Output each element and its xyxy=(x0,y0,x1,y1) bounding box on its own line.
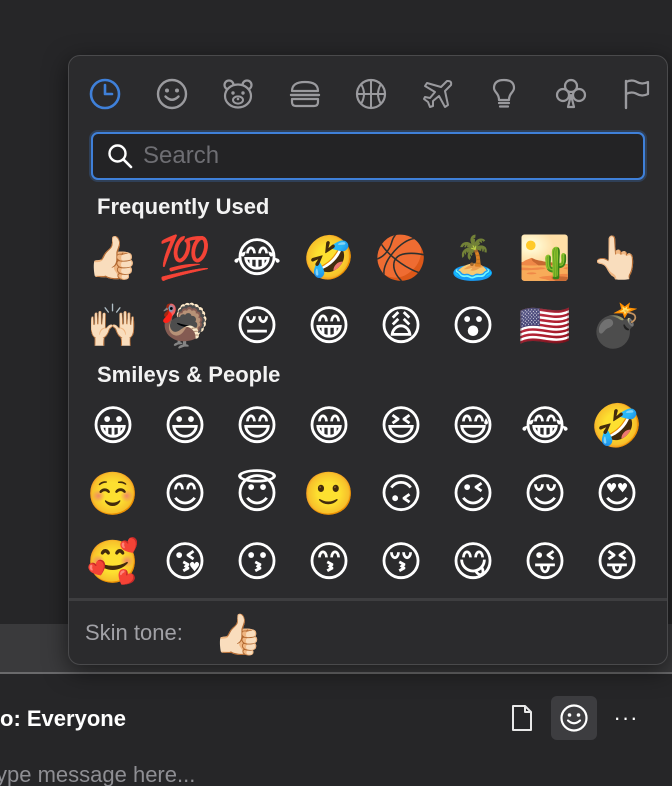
tab-objects[interactable] xyxy=(484,74,524,114)
clock-icon xyxy=(89,78,121,110)
emoji[interactable]: 💯 xyxy=(149,224,221,292)
emoji[interactable]: 😁 xyxy=(293,392,365,460)
emoji[interactable]: 🙃 xyxy=(365,460,437,528)
emoji-grid-smileys-people: 😀 😃 😄 😁 😆 😅 😂 🤣 ☺️ 😊 😇 🙂 🙃 😉 😌 😍 🥰 😘 😗 😙… xyxy=(77,392,653,596)
emoji[interactable]: 😄 xyxy=(221,392,293,460)
attach-file-button[interactable] xyxy=(506,700,538,736)
lightbulb-icon xyxy=(492,78,516,108)
emoji[interactable]: 🤣 xyxy=(581,392,653,460)
airplane-icon xyxy=(422,80,452,108)
emoji[interactable]: 😙 xyxy=(293,528,365,596)
file-icon xyxy=(512,705,532,731)
emoji[interactable]: 😂 xyxy=(509,392,581,460)
emoji[interactable]: 💣 xyxy=(581,292,653,360)
tab-travel-places[interactable] xyxy=(418,74,458,114)
message-input[interactable]: ype message here... xyxy=(0,762,195,786)
tab-food-drink[interactable] xyxy=(285,74,325,114)
tab-flags[interactable] xyxy=(617,74,657,114)
skin-tone-button[interactable]: 👍🏻 xyxy=(211,608,265,660)
emoji[interactable]: ☺️ xyxy=(77,460,149,528)
emoji[interactable]: 😩 xyxy=(365,292,437,360)
emoji[interactable]: 😝 xyxy=(581,528,653,596)
emoji[interactable]: 😚 xyxy=(365,528,437,596)
more-options-button[interactable]: ··· xyxy=(609,700,643,736)
emoji[interactable]: 🥰 xyxy=(77,528,149,596)
smiley-icon xyxy=(560,704,588,732)
emoji[interactable]: 😀 xyxy=(77,392,149,460)
emoji[interactable]: 😍 xyxy=(581,460,653,528)
club-icon xyxy=(555,78,586,109)
burger-icon xyxy=(289,80,320,108)
section-title-smileys-people: Smileys & People xyxy=(97,362,281,387)
skin-tone-label: Skin tone: xyxy=(85,620,183,645)
emoji[interactable]: 😆 xyxy=(365,392,437,460)
emoji[interactable]: 😮 xyxy=(437,292,509,360)
emoji-picker: Frequently Used 👍🏻 💯 😂 🤣 🏀 🏝️ 🏜️ 👆🏻 🙌🏻 🦃… xyxy=(68,55,668,665)
divider xyxy=(0,672,672,674)
emoji[interactable]: 😌 xyxy=(509,460,581,528)
emoji[interactable]: 😁 xyxy=(293,292,365,360)
emoji[interactable]: 😅 xyxy=(437,392,509,460)
emoji[interactable]: 🙌🏻 xyxy=(77,292,149,360)
emoji[interactable]: 👆🏻 xyxy=(581,224,653,292)
emoji[interactable]: 😘 xyxy=(149,528,221,596)
emoji[interactable]: 🏝️ xyxy=(437,224,509,292)
emoji[interactable]: 🤣 xyxy=(293,224,365,292)
emoji[interactable]: 😊 xyxy=(149,460,221,528)
emoji[interactable]: 😉 xyxy=(437,460,509,528)
emoji[interactable]: 🦃 xyxy=(149,292,221,360)
emoji[interactable]: 🏀 xyxy=(365,224,437,292)
emoji[interactable]: 😜 xyxy=(509,528,581,596)
emoji[interactable]: 👍🏻 xyxy=(77,224,149,292)
tab-animals-nature[interactable] xyxy=(218,74,258,114)
emoji[interactable]: 😗 xyxy=(221,528,293,596)
emoji[interactable]: 😔 xyxy=(221,292,293,360)
section-title-frequently-used: Frequently Used xyxy=(97,194,270,219)
emoji[interactable]: 😂 xyxy=(221,224,293,292)
search-icon xyxy=(108,144,133,169)
tab-symbols[interactable] xyxy=(551,74,591,114)
category-tabs xyxy=(85,74,657,114)
emoji-grid-frequently-used: 👍🏻 💯 😂 🤣 🏀 🏝️ 🏜️ 👆🏻 🙌🏻 🦃 😔 😁 😩 😮 🇺🇸 💣 xyxy=(77,224,653,360)
tab-frequently-used[interactable] xyxy=(85,74,125,114)
bear-icon xyxy=(223,79,253,109)
emoji[interactable]: 🇺🇸 xyxy=(509,292,581,360)
more-icon: ··· xyxy=(613,705,639,730)
tab-activity[interactable] xyxy=(351,74,391,114)
emoji[interactable]: 😃 xyxy=(149,392,221,460)
flag-icon xyxy=(624,79,650,110)
search-input[interactable] xyxy=(143,142,623,170)
smiley-icon xyxy=(156,78,187,110)
emoji[interactable]: 🏜️ xyxy=(509,224,581,292)
emoji-button[interactable] xyxy=(551,696,597,740)
tab-smileys-people[interactable] xyxy=(152,74,192,114)
basketball-icon xyxy=(355,78,387,110)
emoji[interactable]: 🙂 xyxy=(293,460,365,528)
divider xyxy=(69,598,667,601)
app-root: o: Everyone ype message here... ··· Sear… xyxy=(0,0,672,786)
emoji[interactable]: 😇 xyxy=(221,460,293,528)
emoji[interactable]: 😋 xyxy=(437,528,509,596)
recipient-label[interactable]: o: Everyone xyxy=(0,706,126,732)
search-field[interactable] xyxy=(91,132,645,180)
